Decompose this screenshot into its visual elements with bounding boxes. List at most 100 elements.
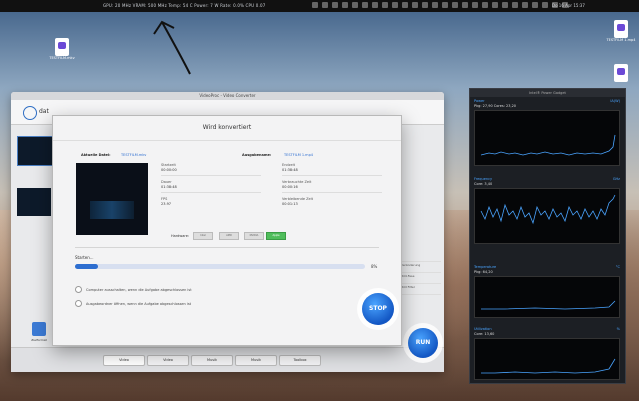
status-icon[interactable]: [362, 2, 368, 8]
hardware-label: Hardware:: [171, 234, 190, 238]
menu-bar: GPU: 20 MHz VRAM: 500 MHz Temp: 54 C Pow…: [0, 0, 639, 12]
utilization-section: Utilization % Core: 13,60: [474, 327, 620, 380]
tab-toolbox[interactable]: Toolbox: [279, 355, 321, 366]
edit-option[interactable]: Bild-Fase: [401, 274, 441, 284]
output-file-name[interactable]: TESTFILM 1.mp4: [284, 153, 313, 157]
tab-video[interactable]: Video: [103, 355, 145, 366]
video-thumbnail[interactable]: [17, 188, 51, 216]
section-unit: IA(W): [610, 99, 620, 103]
status-icon[interactable]: [542, 2, 548, 8]
section-unit: %: [616, 327, 620, 331]
status-icon[interactable]: [442, 2, 448, 8]
desktop-file-label: TESTFILM.mkv: [49, 56, 75, 60]
status-icon[interactable]: [412, 2, 418, 8]
section-name: Frequency: [474, 177, 493, 181]
tab-music-2[interactable]: Musik: [235, 355, 277, 366]
status-icon[interactable]: [392, 2, 398, 8]
hardware-option-active[interactable]: Apple: [266, 232, 286, 240]
status-icon[interactable]: [402, 2, 408, 8]
status-icon[interactable]: [322, 2, 328, 8]
section-name: Utilization: [474, 327, 492, 331]
menubar-gpu-stats: GPU: 20 MHz VRAM: 500 MHz Temp: 54 C Pow…: [103, 3, 266, 8]
window-title: VideoProc - Video Converter: [11, 92, 444, 100]
status-icon[interactable]: [372, 2, 378, 8]
menubar-clock[interactable]: Do 16 Apr 15:37: [552, 3, 585, 8]
status-icon[interactable]: [342, 2, 348, 8]
status-icon[interactable]: [502, 2, 508, 8]
temperature-graph-line: [481, 300, 616, 310]
status-icon[interactable]: [482, 2, 488, 8]
power-graph-line: [480, 134, 616, 156]
utilization-graph-line: [481, 358, 616, 374]
run-button[interactable]: RUN: [408, 328, 438, 358]
output-name-label: Ausgabename:: [242, 153, 272, 157]
video-file-icon: [55, 38, 69, 56]
meta-value: 00:01:13: [282, 202, 298, 206]
utilization-graph: [474, 338, 620, 380]
right-meta: Endzeit 01:38:48 Verbrauchte Zeit 00:00:…: [282, 163, 382, 207]
edit-option[interactable]: [401, 252, 441, 262]
meta-value: 23.97: [161, 202, 172, 206]
stop-button[interactable]: STOP: [362, 293, 394, 325]
open-folder-option-label: Ausgabeordner öffnen, wenn die Aufgabe a…: [86, 301, 192, 306]
power-gadget-title: Intel® Power Gadget: [470, 89, 625, 97]
target-format-button[interactable]: Zielformat: [24, 322, 54, 342]
desktop-file-icon[interactable]: TESTFILM 1.mp4: [604, 20, 638, 42]
status-icon[interactable]: [352, 2, 358, 8]
progress-fill: [75, 264, 99, 269]
hardware-option[interactable]: Intel: [193, 232, 213, 240]
status-icon[interactable]: [472, 2, 478, 8]
edit-options-list: Veränderung Bild-Fase Bild Filter: [401, 252, 441, 296]
desktop-file-icon[interactable]: [604, 64, 638, 82]
temperature-section: Temperature °C Pkg: 64,20: [474, 265, 620, 318]
hardware-option[interactable]: AMD: [219, 232, 239, 240]
desktop-file-icon[interactable]: TESTFILM.mkv: [44, 38, 80, 60]
edit-option[interactable]: Bild Filter: [401, 285, 441, 295]
video-thumbnail[interactable]: [17, 136, 53, 166]
power-gadget-window: Intel® Power Gadget Power IA(W) Pkg: 27,…: [469, 88, 626, 384]
section-values: Core: 13,60: [474, 332, 495, 336]
target-format-label: Zielformat: [31, 338, 47, 342]
video-file-icon: [614, 20, 628, 38]
section-unit: GHz: [612, 177, 620, 181]
tab-video-2[interactable]: Video: [147, 355, 189, 366]
edit-option[interactable]: Veränderung: [401, 263, 441, 273]
radio-icon: [75, 300, 82, 307]
hand-drawn-arrow-annotation: [153, 20, 191, 75]
add-video-icon[interactable]: [23, 106, 37, 120]
tab-music[interactable]: Musik: [191, 355, 233, 366]
status-icon[interactable]: [422, 2, 428, 8]
section-values: Pkg: 27,90 Cores: 23,20: [474, 104, 517, 108]
progress-bar: [75, 264, 365, 269]
shutdown-option-label: Computer ausschalten, wenn die Aufgabe a…: [86, 287, 192, 292]
format-icon: [32, 322, 46, 336]
divider: [75, 247, 379, 248]
frequency-section: Frequency GHz Core: 3,40: [474, 177, 620, 244]
hardware-option[interactable]: NVIDIA: [244, 232, 264, 240]
status-icon[interactable]: [312, 2, 318, 8]
section-values: Pkg: 64,20: [474, 270, 493, 274]
power-graph: [474, 110, 620, 166]
status-icon[interactable]: [332, 2, 338, 8]
dialog-title: Wird konvertiert: [53, 116, 401, 141]
source-file-label: Aktuelle Datei:: [81, 153, 111, 157]
meta-value: 01:38:48: [161, 185, 177, 189]
open-folder-option[interactable]: Ausgabeordner öffnen, wenn die Aufgabe a…: [75, 300, 191, 307]
status-icon[interactable]: [432, 2, 438, 8]
progress-percent: 8%: [371, 264, 378, 269]
video-preview: [76, 163, 148, 235]
source-file-name[interactable]: TESTFILM.mkv: [121, 153, 146, 157]
format-tabs: Video Video Musik Musik Toolbox: [103, 355, 321, 366]
status-icon[interactable]: [382, 2, 388, 8]
status-icon[interactable]: [512, 2, 518, 8]
status-icon[interactable]: [462, 2, 468, 8]
shutdown-option[interactable]: Computer ausschalten, wenn die Aufgabe a…: [75, 286, 192, 293]
meta-value: 01:38:48: [282, 168, 298, 172]
section-name: Temperature: [474, 265, 497, 269]
status-icon[interactable]: [452, 2, 458, 8]
frequency-graph-line: [480, 194, 616, 225]
status-icon[interactable]: [532, 2, 538, 8]
status-icon[interactable]: [522, 2, 528, 8]
status-icon[interactable]: [492, 2, 498, 8]
bottom-bar: Video Video Musik Musik Toolbox: [11, 347, 444, 372]
